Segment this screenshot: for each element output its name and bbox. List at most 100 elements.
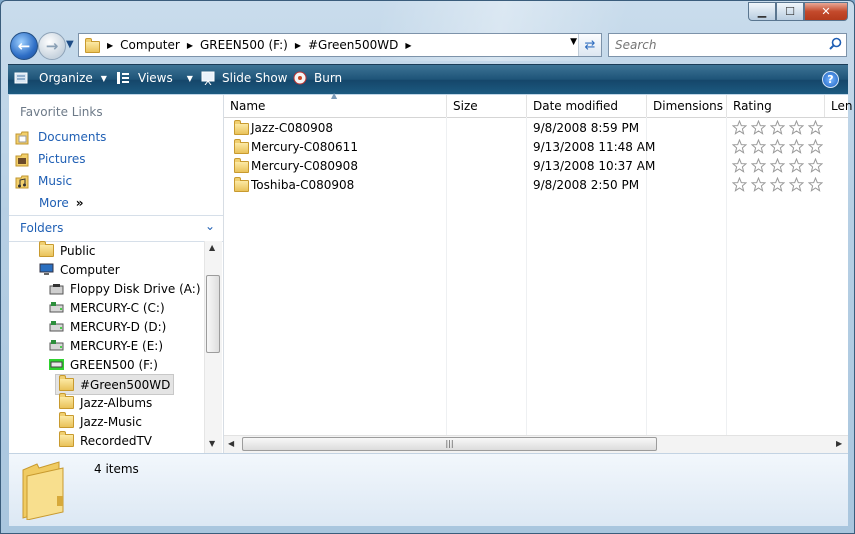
scroll-up-icon[interactable]: ▲ xyxy=(209,243,215,252)
tree-item-label: Jazz-Albums xyxy=(80,395,153,410)
tree-item-drive-f[interactable]: GREEN500 (F:) xyxy=(49,355,158,374)
star-icon[interactable] xyxy=(789,158,804,173)
rating-stars[interactable] xyxy=(732,177,827,192)
tree-item-drive-e[interactable]: MERCURY-E (E:) xyxy=(49,336,163,355)
column-divider[interactable] xyxy=(726,95,727,117)
breadcrumb-computer[interactable]: Computer xyxy=(120,38,180,52)
star-icon[interactable] xyxy=(732,120,747,135)
star-icon[interactable] xyxy=(770,139,785,154)
rating-stars[interactable] xyxy=(732,139,827,154)
fav-link-music[interactable]: Music xyxy=(15,172,72,190)
breadcrumb-arrow-icon[interactable]: ▶ xyxy=(295,41,301,50)
views-button[interactable]: Views ▼ xyxy=(116,71,193,85)
fav-link-documents[interactable]: Documents xyxy=(15,128,106,146)
search-icon[interactable] xyxy=(829,37,842,50)
column-divider[interactable] xyxy=(446,95,447,117)
tree-item-public[interactable]: Public xyxy=(39,241,96,260)
tree-item-computer[interactable]: Computer xyxy=(39,260,120,279)
rating-stars[interactable] xyxy=(732,158,827,173)
column-divider[interactable] xyxy=(824,95,825,117)
breadcrumb-drive[interactable]: GREEN500 (F:) xyxy=(200,38,288,52)
breadcrumb-arrow-icon[interactable]: ▶ xyxy=(187,41,193,50)
address-dropdown-icon[interactable]: ▼ xyxy=(570,37,577,47)
star-icon[interactable] xyxy=(808,120,823,135)
rating-stars[interactable] xyxy=(732,120,827,135)
file-date: 9/13/2008 11:48 AM xyxy=(533,140,656,154)
fav-link-label: Music xyxy=(38,174,73,188)
star-icon[interactable] xyxy=(751,158,766,173)
star-icon[interactable] xyxy=(789,139,804,154)
star-icon[interactable] xyxy=(732,139,747,154)
column-divider[interactable] xyxy=(646,95,647,117)
file-row[interactable]: Mercury-C080611 9/13/2008 11:48 AM xyxy=(224,138,848,157)
star-icon[interactable] xyxy=(770,158,785,173)
star-icon[interactable] xyxy=(751,139,766,154)
address-row: ← → ▼ ▶ Computer ▶ GREEN500 (F:) ▶ #Gree… xyxy=(1,30,854,62)
forward-button[interactable]: → xyxy=(38,32,66,60)
scroll-left-icon[interactable]: ◀ xyxy=(228,439,234,448)
nav-vertical-scrollbar[interactable]: ▲ ▼ xyxy=(204,241,222,453)
folder-icon xyxy=(59,375,74,391)
column-divider[interactable] xyxy=(526,95,527,117)
star-icon[interactable] xyxy=(751,177,766,192)
star-icon[interactable] xyxy=(732,177,747,192)
file-row[interactable]: Jazz-C080908 9/8/2008 8:59 PM xyxy=(224,119,848,138)
help-button[interactable]: ? xyxy=(822,71,839,88)
star-icon[interactable] xyxy=(732,158,747,173)
burn-button[interactable]: Burn xyxy=(293,71,342,85)
address-bar[interactable]: ▶ Computer ▶ GREEN500 (F:) ▶ #Green500WD… xyxy=(78,33,602,57)
column-header-date[interactable]: Date modified xyxy=(533,99,618,113)
refresh-icon: ⇄ xyxy=(584,37,596,53)
tree-item-green500wd[interactable]: #Green500WD xyxy=(55,374,175,395)
tree-item-drive-c[interactable]: MERCURY-C (C:) xyxy=(49,298,165,317)
close-button[interactable]: ✕ xyxy=(804,2,848,21)
file-list-horizontal-scrollbar[interactable]: ◀ ||| ▶ xyxy=(224,435,848,453)
tree-item-drive-d[interactable]: MERCURY-D (D:) xyxy=(49,317,166,336)
recent-pages-dropdown[interactable]: ▼ xyxy=(66,39,74,50)
organize-button[interactable]: Organize ▼ xyxy=(14,71,107,85)
column-header-dimensions[interactable]: Dimensions xyxy=(653,99,723,113)
star-icon[interactable] xyxy=(770,120,785,135)
search-input[interactable] xyxy=(613,34,817,56)
scroll-down-icon[interactable]: ▼ xyxy=(209,439,215,448)
star-icon[interactable] xyxy=(808,177,823,192)
breadcrumb-arrow-icon[interactable]: ▶ xyxy=(107,41,113,50)
fav-link-pictures[interactable]: Pictures xyxy=(15,150,86,168)
file-list-scroll-thumb[interactable]: ||| xyxy=(242,437,657,451)
column-header-size[interactable]: Size xyxy=(453,99,478,113)
folders-header[interactable]: Folders ⌄ xyxy=(9,215,223,242)
breadcrumb-folder[interactable]: #Green500WD xyxy=(308,38,398,52)
command-bar: Organize ▼ Views ▼ Slide Show Burn ? xyxy=(8,64,848,94)
folder-icon xyxy=(234,120,249,135)
scroll-right-icon[interactable]: ▶ xyxy=(836,439,842,448)
details-pane: 4 items xyxy=(9,453,848,526)
star-icon[interactable] xyxy=(808,158,823,173)
file-row[interactable]: Toshiba-C080908 9/8/2008 2:50 PM xyxy=(224,176,848,195)
favorite-links-title: Favorite Links xyxy=(20,105,103,119)
star-icon[interactable] xyxy=(789,177,804,192)
tree-item-jazz-albums[interactable]: Jazz-Albums xyxy=(59,393,152,412)
maximize-button[interactable]: ☐ xyxy=(776,2,804,21)
minimize-button[interactable]: ▁ xyxy=(748,2,776,21)
refresh-button[interactable]: ⇄ xyxy=(578,34,601,56)
nav-scroll-thumb[interactable] xyxy=(206,275,220,353)
tree-item-jazz-music[interactable]: Jazz-Music xyxy=(59,412,142,431)
column-header-rating[interactable]: Rating xyxy=(733,99,772,113)
slideshow-icon xyxy=(201,71,215,85)
tree-item-recordedtv[interactable]: RecordedTV xyxy=(59,431,152,450)
folder-icon xyxy=(59,431,74,447)
star-icon[interactable] xyxy=(751,120,766,135)
views-label: Views xyxy=(138,71,173,85)
star-icon[interactable] xyxy=(808,139,823,154)
back-button[interactable]: ← xyxy=(10,32,38,60)
forward-arrow-icon: → xyxy=(45,37,59,55)
column-header-length[interactable]: Len xyxy=(831,99,852,113)
star-icon[interactable] xyxy=(789,120,804,135)
slideshow-button[interactable]: Slide Show xyxy=(201,71,287,85)
star-icon[interactable] xyxy=(770,177,785,192)
breadcrumb-arrow-icon[interactable]: ▶ xyxy=(405,41,411,50)
tree-item-floppy[interactable]: Floppy Disk Drive (A:) xyxy=(49,279,201,298)
column-header-name[interactable]: Name xyxy=(230,99,265,113)
file-row[interactable]: Mercury-C080908 9/13/2008 10:37 AM xyxy=(224,157,848,176)
more-links-button[interactable]: More » xyxy=(39,194,84,212)
